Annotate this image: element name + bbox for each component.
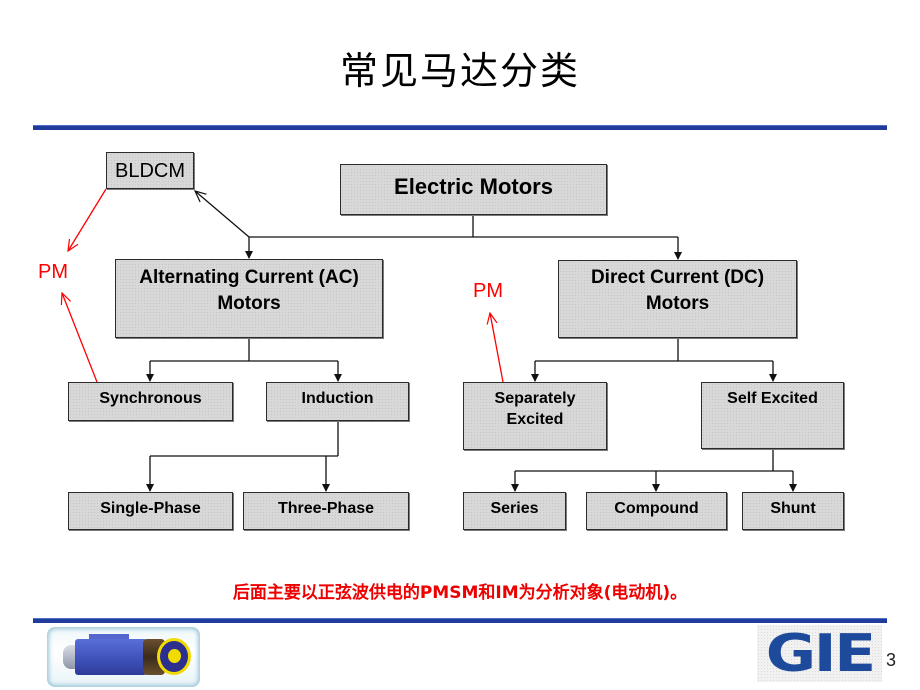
self-excited-label: Self Excited (727, 390, 818, 407)
series-label: Series (490, 500, 539, 517)
motor-body (75, 639, 147, 675)
bldcm-box: BLDCM (106, 152, 194, 189)
shunt-box: Shunt (742, 492, 844, 530)
three-phase-box: Three-Phase (243, 492, 409, 530)
induction-box: Induction (266, 382, 409, 421)
electric-motors-label: Electric Motors (394, 174, 553, 199)
pm-label-right: PM (473, 280, 503, 302)
shunt-label: Shunt (770, 500, 816, 517)
page-number: 3 (886, 650, 897, 670)
separately-excited-label-line2: Excited (506, 411, 564, 428)
single-phase-box: Single-Phase (68, 492, 233, 530)
bldcm-label: BLDCM (114, 160, 185, 182)
motor-hub (168, 649, 181, 663)
separately-excited-label-line1: Separately (494, 390, 576, 407)
footer-note: 后面主要以正弦波供电的PMSM和IM为分析对象(电动机)。 (232, 583, 688, 603)
synchronous-box: Synchronous (68, 382, 233, 421)
ac-motors-label-line2: Motors (217, 293, 281, 314)
synchronous-label: Synchronous (99, 390, 202, 407)
gie-logo-text: GIE (765, 623, 875, 684)
ac-motors-box: Alternating Current (AC) Motors (115, 259, 383, 338)
bottom-divider (33, 618, 887, 623)
compound-box: Compound (586, 492, 727, 530)
motor-photo (47, 627, 200, 687)
dc-motors-label-line2: Motors (645, 293, 710, 314)
pm-label-left: PM (38, 261, 68, 283)
dc-motors-box: Direct Current (DC) Motors (558, 260, 797, 338)
electric-motors-box: Electric Motors (340, 164, 607, 215)
compound-label: Compound (614, 500, 699, 517)
single-phase-label: Single-Phase (100, 500, 201, 517)
red-arrow-separately-excited-to-pm (490, 313, 504, 383)
induction-label: Induction (301, 390, 374, 407)
dc-motors-label-line1: Direct Current (DC) (590, 267, 765, 288)
three-phase-label: Three-Phase (277, 500, 375, 517)
self-excited-box: Self Excited (701, 382, 844, 449)
series-box: Series (463, 492, 566, 530)
arrow-to-bldcm (195, 191, 250, 238)
gie-logo: GIE (757, 623, 882, 684)
ac-motors-label-line1: Alternating Current (AC) (139, 267, 359, 288)
separately-excited-box: Separately Excited (463, 382, 607, 450)
red-arrow-bldcm-to-pm (68, 188, 107, 251)
red-arrow-synchronous-to-pm (62, 293, 98, 383)
